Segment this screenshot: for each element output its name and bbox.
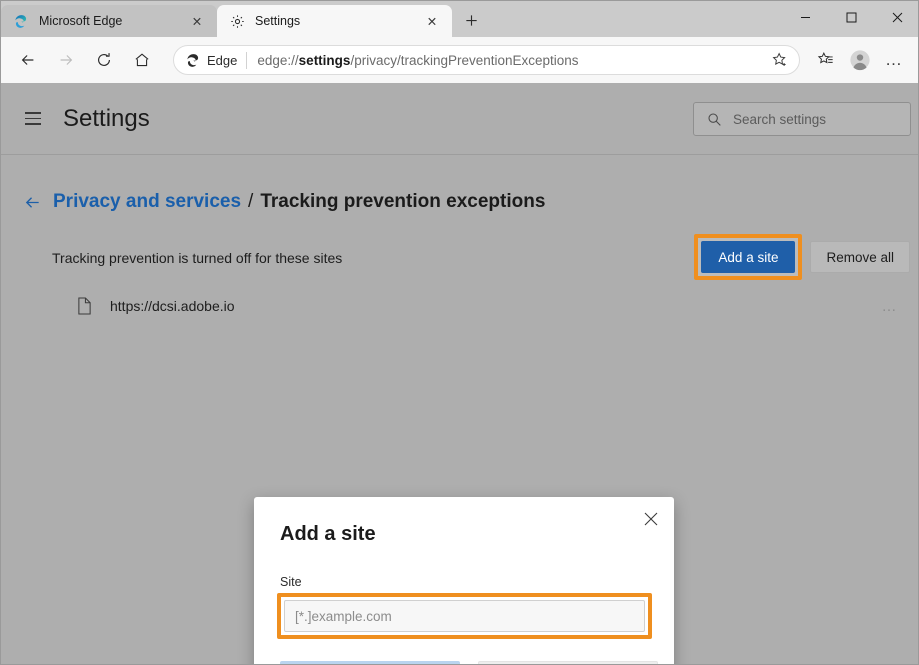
back-arrow-icon[interactable]	[11, 43, 45, 77]
profile-avatar-icon[interactable]	[844, 44, 876, 76]
browser-tab-microsoft-edge[interactable]: Microsoft Edge ✕	[1, 5, 217, 37]
address-bar-divider	[246, 52, 247, 69]
maximize-button[interactable]	[828, 1, 874, 33]
dialog-title: Add a site	[280, 523, 376, 546]
star-plus-icon[interactable]	[767, 47, 793, 73]
refresh-icon[interactable]	[87, 43, 121, 77]
site-input[interactable]	[284, 600, 645, 632]
site-field-label: Site	[280, 575, 302, 589]
modal-scrim: Add a site Site Add Cancel	[1, 83, 919, 665]
forward-arrow-icon	[49, 43, 83, 77]
window-controls	[782, 1, 919, 33]
url-suffix: /privacy/trackingPreventionExceptions	[350, 53, 578, 68]
browser-tab-settings[interactable]: Settings ✕	[217, 5, 452, 37]
browser-toolbar: Edge edge://settings/privacy/trackingPre…	[1, 37, 919, 83]
gear-icon	[229, 13, 246, 30]
edge-logo-icon	[184, 51, 202, 69]
settings-page: Settings Search settings Privac	[1, 83, 919, 665]
tab-strip: Microsoft Edge ✕ Settings ✕	[1, 1, 919, 37]
tab-close-icon[interactable]: ✕	[187, 11, 207, 31]
site-input-highlight	[277, 593, 652, 639]
close-button[interactable]	[874, 1, 919, 33]
favorites-star-list-icon[interactable]	[810, 44, 842, 76]
dialog-close-icon[interactable]	[638, 506, 664, 532]
browser-more-menu-icon[interactable]: …	[878, 44, 910, 76]
tab-close-icon[interactable]: ✕	[422, 11, 442, 31]
browser-window: Microsoft Edge ✕ Settings ✕	[0, 0, 919, 665]
tab-title: Settings	[255, 14, 422, 28]
tab-title: Microsoft Edge	[39, 14, 187, 28]
url-prefix: edge://	[257, 53, 298, 68]
address-bar-url[interactable]: edge://settings/privacy/trackingPreventi…	[257, 53, 767, 68]
home-icon[interactable]	[125, 43, 159, 77]
dialog-actions: Add Cancel	[280, 661, 658, 665]
url-bold-segment: settings	[299, 53, 351, 68]
dialog-cancel-button[interactable]: Cancel	[478, 661, 658, 665]
minimize-button[interactable]	[782, 1, 828, 33]
add-site-dialog: Add a site Site Add Cancel	[254, 497, 674, 665]
new-tab-button[interactable]	[456, 5, 486, 35]
address-bar[interactable]: Edge edge://settings/privacy/trackingPre…	[173, 45, 800, 75]
dialog-add-button[interactable]: Add	[280, 661, 460, 665]
edge-logo-icon	[13, 13, 30, 30]
address-bar-brand-label: Edge	[207, 53, 237, 68]
